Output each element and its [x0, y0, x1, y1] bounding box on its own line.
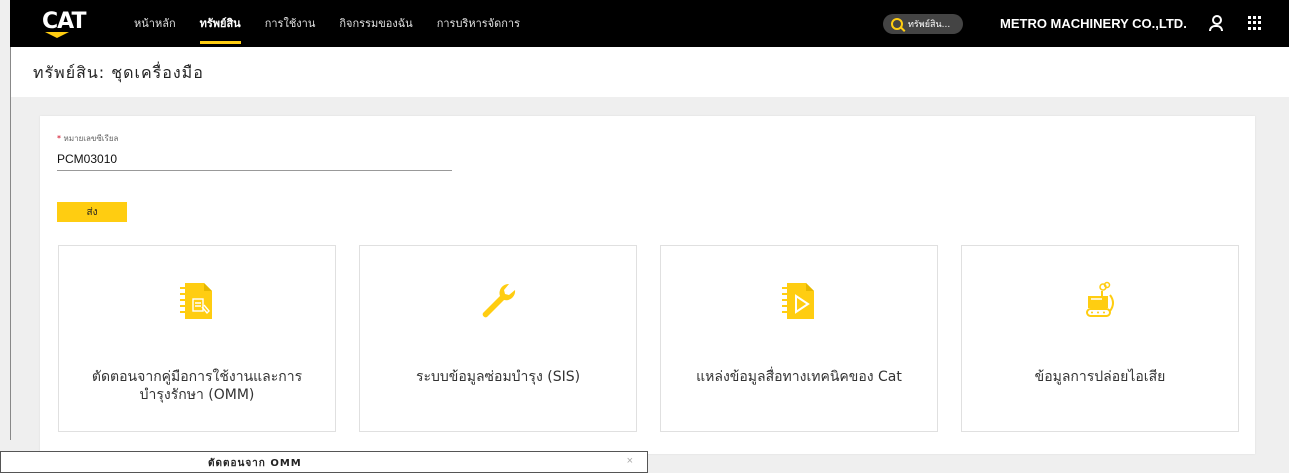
close-icon[interactable]: × — [627, 455, 633, 467]
submit-button[interactable]: ส่ง — [57, 202, 127, 222]
page-title-bar: ทรัพย์สิน: ชุดเครื่องมือ — [10, 47, 1289, 97]
tile-sis-label: ระบบข้อมูลซ่อมบำรุง (SIS) — [415, 369, 581, 385]
tile-technical-media[interactable]: แหล่งข้อมูลสื่อทางเทคนิคของ Cat — [660, 245, 938, 432]
nav-home[interactable]: หน้าหลัก — [122, 0, 188, 47]
modal-title: ตัดตอนจาก OMM — [208, 458, 302, 469]
page-title: ทรัพย์สิน: ชุดเครื่องมือ — [33, 63, 204, 82]
nav-usage[interactable]: การใช้งาน — [253, 0, 328, 47]
user-icon[interactable] — [1209, 15, 1223, 31]
tile-emissions-label: ข้อมูลการปล่อยไอเสีย — [1034, 369, 1166, 385]
app-launcher-icon[interactable] — [1248, 16, 1262, 30]
serial-number-input[interactable] — [57, 148, 452, 171]
company-name[interactable]: METRO MACHINERY CO.,LTD. — [1000, 0, 1187, 47]
serial-number-label: * หมายเลขซีเรียล — [57, 132, 118, 145]
toolkit-card: * หมายเลขซีเรียล ส่ง ตัดตอนจากคู่มือการใ… — [40, 116, 1255, 454]
tile-emissions[interactable]: ข้อมูลการปล่อยไอเสีย — [961, 245, 1239, 432]
top-navigation-bar: CAT หน้าหลัก ทรัพย์สิน การใช้งาน กิจกรรม… — [10, 0, 1289, 47]
serial-number-label-text: หมายเลขซีเรียล — [63, 134, 119, 143]
omm-modal-header: ตัดตอนจาก OMM × — [0, 451, 648, 473]
required-marker: * — [57, 134, 61, 143]
tile-sis[interactable]: ระบบข้อมูลซ่อมบำรุง (SIS) — [359, 245, 637, 432]
emissions-machine-icon — [1086, 281, 1114, 317]
tile-technical-media-label: แหล่งข้อมูลสื่อทางเทคนิคของ Cat — [696, 369, 902, 385]
tile-omm[interactable]: ตัดตอนจากคู่มือการใช้งานและการบำรุงรักษา… — [58, 245, 336, 432]
cat-logo[interactable]: CAT — [42, 9, 86, 34]
search-icon — [891, 18, 903, 30]
search-scope-text: ทรัพย์สิน... — [908, 20, 951, 30]
nav-my-activities[interactable]: กิจกรรมของฉัน — [327, 0, 424, 47]
nav-management[interactable]: การบริหารจัดการ — [425, 0, 532, 47]
tile-omm-label: ตัดตอนจากคู่มือการใช้งานและการบำรุงรักษา… — [91, 369, 303, 403]
window-left-edge — [10, 97, 11, 440]
search-button[interactable]: ทรัพย์สิน... — [883, 14, 963, 34]
omm-document-icon — [180, 283, 212, 319]
nav-assets[interactable]: ทรัพย์สิน — [188, 0, 253, 47]
main-nav: หน้าหลัก ทรัพย์สิน การใช้งาน กิจกรรมของฉ… — [122, 0, 532, 47]
media-document-icon — [782, 283, 814, 319]
wrench-icon — [482, 283, 516, 318]
cat-logo-triangle — [45, 32, 69, 38]
